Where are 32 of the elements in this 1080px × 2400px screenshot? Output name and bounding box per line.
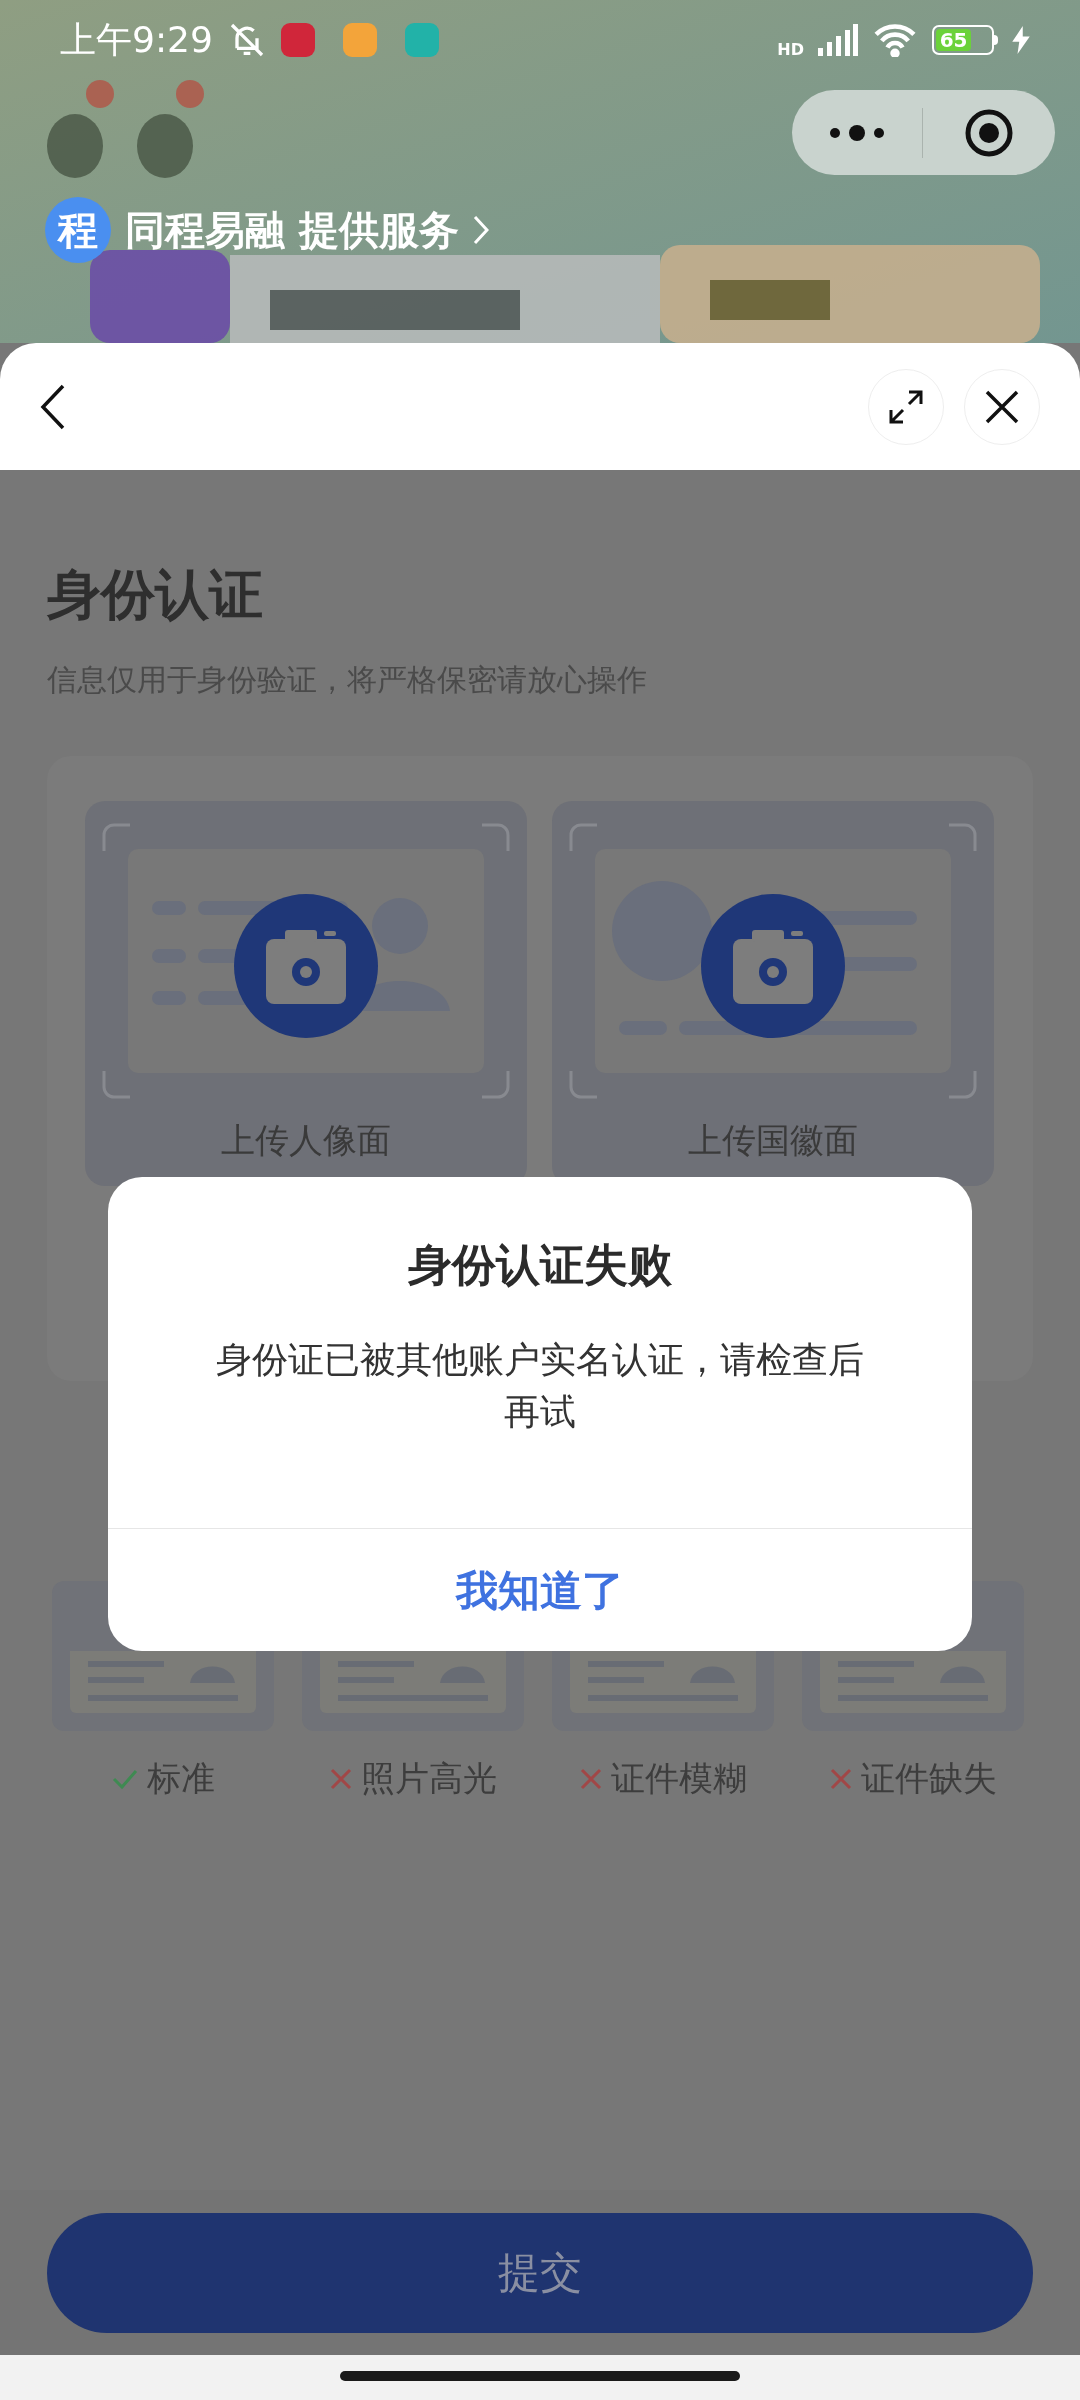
example-label: 照片高光	[361, 1757, 497, 1800]
submit-button[interactable]: 提交	[47, 2212, 1033, 2333]
acknowledge-button[interactable]: 我知道了	[108, 1529, 972, 1651]
network-label: HD	[777, 42, 804, 58]
status-time: 上午9:29	[60, 18, 213, 62]
battery-level: 65	[939, 30, 968, 50]
app-icon	[342, 23, 377, 57]
cross-icon	[579, 1766, 603, 1791]
back-icon	[40, 383, 66, 430]
cross-icon	[829, 1766, 853, 1791]
dialog-message: 身份证已被其他账户实名认证，请检查后再试	[215, 1338, 865, 1434]
upload-card[interactable]: 上传人像面	[85, 801, 527, 1186]
more-icon	[829, 124, 885, 141]
target-icon	[964, 107, 1014, 158]
example-label: 证件缺失	[861, 1757, 997, 1800]
page-title: 身份认证	[47, 562, 264, 628]
example-label: 标准	[147, 1757, 215, 1800]
app-icon	[404, 23, 439, 57]
dialog-title: 身份认证失败	[408, 1238, 672, 1292]
example-label: 证件模糊	[611, 1757, 747, 1800]
provider-text[interactable]: 同程易融 提供服务	[125, 200, 459, 260]
close-icon	[985, 389, 1019, 424]
cross-icon	[329, 1766, 353, 1791]
logo-text: 程	[58, 206, 98, 255]
upload-label: 上传人像面	[221, 1119, 391, 1162]
upload-label: 上传国徽面	[688, 1119, 858, 1162]
charging-icon	[1012, 26, 1030, 54]
chevron-right-icon	[472, 215, 489, 245]
signal-icon	[818, 24, 858, 56]
app-icon	[280, 23, 315, 57]
wifi-icon	[872, 23, 918, 57]
upload-card[interactable]: 上传国徽面	[552, 801, 994, 1186]
